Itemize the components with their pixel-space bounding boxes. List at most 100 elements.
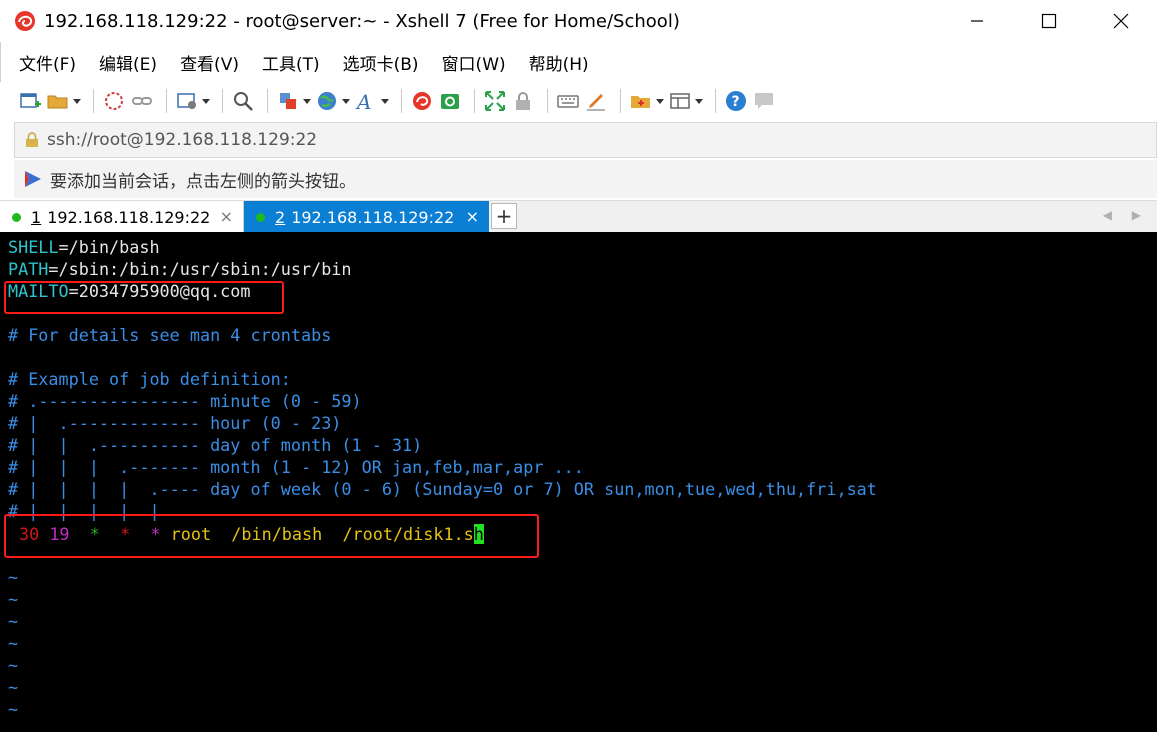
empty-line-tilde: ~ xyxy=(8,655,19,675)
new-session-icon xyxy=(20,93,41,108)
find-button[interactable] xyxy=(231,86,255,116)
pencil-icon xyxy=(587,94,605,111)
empty-line-tilde: ~ xyxy=(8,633,19,653)
minimize-icon xyxy=(971,20,983,22)
menu-window[interactable]: 窗口(W) xyxy=(438,48,510,77)
fullscreen-button[interactable] xyxy=(483,86,507,116)
arrow-icon[interactable] xyxy=(22,168,44,190)
disconnect-button[interactable] xyxy=(102,86,126,116)
window-title: 192.168.118.129:22 - root@server:~ - Xsh… xyxy=(44,10,680,32)
settings-window-icon xyxy=(177,93,196,109)
connected-status-icon xyxy=(12,212,21,222)
chevron-down-icon xyxy=(695,98,703,104)
address-bar[interactable]: ssh://root@192.168.118.129:22 xyxy=(14,122,1157,158)
connected-status-icon xyxy=(256,212,265,222)
globe-button[interactable] xyxy=(315,86,350,116)
lock-icon xyxy=(516,92,530,110)
menu-file[interactable]: 文件(F) xyxy=(15,48,80,77)
maximize-button[interactable] xyxy=(1013,0,1085,42)
chevron-down-icon xyxy=(202,98,210,104)
tab-close-icon[interactable]: × xyxy=(220,207,233,226)
help-icon: ? xyxy=(726,91,746,111)
new-tab-button[interactable]: + xyxy=(491,203,517,229)
folder-icon xyxy=(47,95,68,109)
xshell-logo-icon xyxy=(15,11,35,31)
chevron-down-icon xyxy=(381,98,389,104)
close-button[interactable] xyxy=(1085,0,1157,42)
tab-number: 2 xyxy=(275,207,286,227)
terminal-view[interactable]: SHELL=/bin/bash PATH=/sbin:/bin:/usr/sbi… xyxy=(0,232,1157,732)
env-key: PATH xyxy=(8,259,49,279)
toolbar-separator xyxy=(715,89,716,113)
xftp-button[interactable] xyxy=(438,86,462,116)
chat-icon xyxy=(755,93,773,109)
tab-bar: 1 192.168.118.129:22 × 2 192.168.118.129… xyxy=(0,200,1157,233)
menu-edit[interactable]: 编辑(E) xyxy=(95,48,161,77)
keyboard-icon xyxy=(557,95,579,108)
open-folder-button[interactable] xyxy=(46,86,81,116)
lock-icon xyxy=(26,132,38,147)
disconnect-icon xyxy=(105,92,123,110)
menu-view[interactable]: 查看(V) xyxy=(176,48,243,77)
toolbar-separator xyxy=(401,89,402,113)
menu-tabs[interactable]: 选项卡(B) xyxy=(339,48,423,77)
chevron-down-icon xyxy=(303,98,311,104)
transfer-icon xyxy=(280,93,296,109)
toolbar-separator xyxy=(474,89,475,113)
add-folder-button[interactable] xyxy=(629,86,664,116)
layout-icon xyxy=(670,93,690,109)
toolbar: A ? xyxy=(0,82,1157,120)
window-controls xyxy=(941,0,1157,42)
globe-icon xyxy=(318,92,336,110)
menu-tools[interactable]: 工具(T) xyxy=(258,48,324,77)
terminal-comment: # | | .---------- day of month (1 - 31) xyxy=(8,435,423,455)
transfer-button[interactable] xyxy=(276,86,311,116)
tab-label: 192.168.118.129:22 xyxy=(291,207,455,227)
address-value: ssh://root@192.168.118.129:22 xyxy=(47,130,318,150)
env-key: SHELL xyxy=(8,237,59,257)
tab-number: 1 xyxy=(31,207,42,227)
link-icon xyxy=(132,97,152,105)
tab-close-icon[interactable]: × xyxy=(466,207,479,226)
menu-help[interactable]: 帮助(H) xyxy=(525,48,593,77)
toolbar-separator xyxy=(547,89,548,113)
xshell-icon xyxy=(413,92,431,110)
cron-entry-highlight-box xyxy=(4,514,539,558)
terminal-comment: # Example of job definition: xyxy=(8,369,291,389)
chevron-down-icon xyxy=(73,98,81,104)
menu-bar: 文件(F) 编辑(E) 查看(V) 工具(T) 选项卡(B) 窗口(W) 帮助(… xyxy=(0,42,1157,82)
tab-session-1[interactable]: 1 192.168.118.129:22 × xyxy=(0,201,244,233)
lock-button[interactable] xyxy=(511,86,535,116)
title-bar: 192.168.118.129:22 - root@server:~ - Xsh… xyxy=(0,0,1157,42)
chat-button[interactable] xyxy=(752,86,776,116)
help-button[interactable]: ? xyxy=(724,86,748,116)
toolbar-separator xyxy=(267,89,268,113)
maximize-icon xyxy=(1041,13,1057,29)
terminal-comment: # For details see man 4 crontabs xyxy=(8,325,332,345)
session-hint-bar: 要添加当前会话，点击左侧的箭头按钮。 xyxy=(14,160,1157,198)
minimize-button[interactable] xyxy=(941,0,1013,42)
layout-button[interactable] xyxy=(668,86,703,116)
hint-text: 要添加当前会话，点击左侧的箭头按钮。 xyxy=(50,171,356,192)
reconnect-button[interactable] xyxy=(130,86,154,116)
terminal-comment: # | | | | .---- day of week (0 - 6) (Sun… xyxy=(8,479,877,499)
tab-session-2[interactable]: 2 192.168.118.129:22 × xyxy=(244,201,489,233)
font-button[interactable]: A xyxy=(354,86,389,116)
new-session-button[interactable] xyxy=(18,86,42,116)
empty-line-tilde: ~ xyxy=(8,567,19,587)
close-icon xyxy=(1113,13,1129,29)
empty-line-tilde: ~ xyxy=(8,699,19,719)
add-folder-icon xyxy=(631,96,650,108)
xshell-button[interactable] xyxy=(410,86,434,116)
keyboard-button[interactable] xyxy=(556,86,580,116)
empty-line-tilde: ~ xyxy=(8,589,19,609)
highlight-button[interactable] xyxy=(584,86,608,116)
toolbar-separator xyxy=(222,89,223,113)
xftp-icon xyxy=(441,94,459,109)
svg-text:?: ? xyxy=(732,94,740,110)
terminal-line: PATH=/sbin:/bin:/usr/sbin:/usr/bin xyxy=(8,258,352,280)
properties-button[interactable] xyxy=(175,86,210,116)
tab-label: 192.168.118.129:22 xyxy=(47,207,211,227)
font-icon: A xyxy=(355,90,371,113)
tab-scroll-arrows[interactable]: ◀ ▶ xyxy=(1103,208,1149,222)
